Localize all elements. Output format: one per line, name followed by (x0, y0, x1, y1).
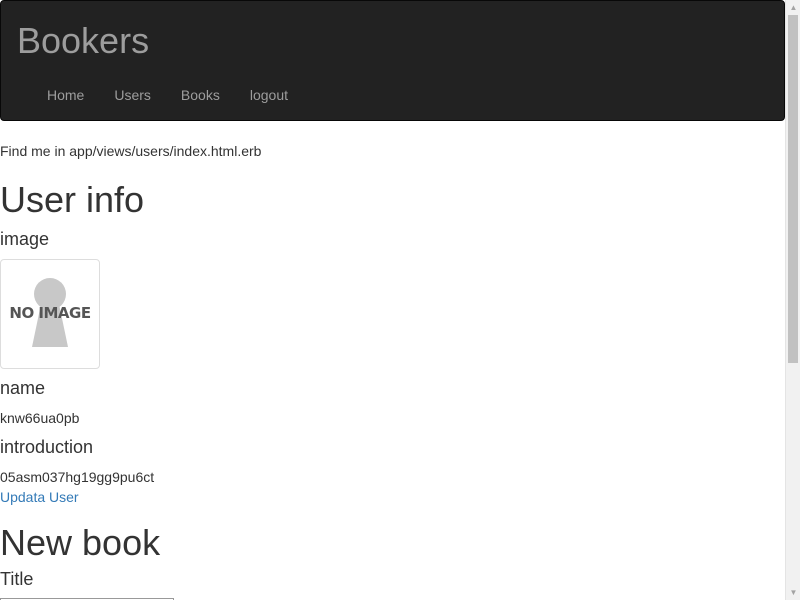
introduction-label: introduction (0, 437, 94, 457)
name-value: knw66ua0pb (0, 410, 80, 426)
profile-image: NO IMAGE (0, 259, 100, 369)
navbar: Bookers Home Users Books logout (0, 0, 785, 121)
arrow-down-icon[interactable]: ▼ (786, 585, 800, 600)
arrow-up-icon[interactable]: ▲ (786, 0, 800, 15)
title-label: Title (0, 569, 34, 589)
main-content: Bookers Home Users Books logout Find me … (0, 0, 785, 600)
nav-logout-link[interactable]: logout (235, 80, 303, 110)
scrollbar-thumb[interactable] (788, 15, 798, 363)
nav-menu: Home Users Books logout (32, 80, 303, 110)
name-label: name (0, 378, 46, 398)
page: Bookers Home Users Books logout Find me … (0, 0, 800, 600)
template-hint: Find me in app/views/users/index.html.er… (0, 143, 262, 159)
vertical-scrollbar[interactable]: ▲ ▼ (785, 0, 800, 600)
introduction-value: 05asm037hg19gg9pu6ct (0, 469, 155, 485)
user-info-heading: User info (0, 179, 145, 220)
nav-users-link[interactable]: Users (99, 80, 166, 110)
brand-link[interactable]: Bookers (17, 19, 149, 63)
update-user-link[interactable]: Updata User (0, 488, 79, 506)
image-label: image (0, 229, 50, 249)
no-image-label: NO IMAGE (9, 304, 91, 322)
new-book-heading: New book (0, 522, 161, 563)
nav-home-link[interactable]: Home (32, 80, 99, 110)
nav-books-link[interactable]: Books (166, 80, 235, 110)
